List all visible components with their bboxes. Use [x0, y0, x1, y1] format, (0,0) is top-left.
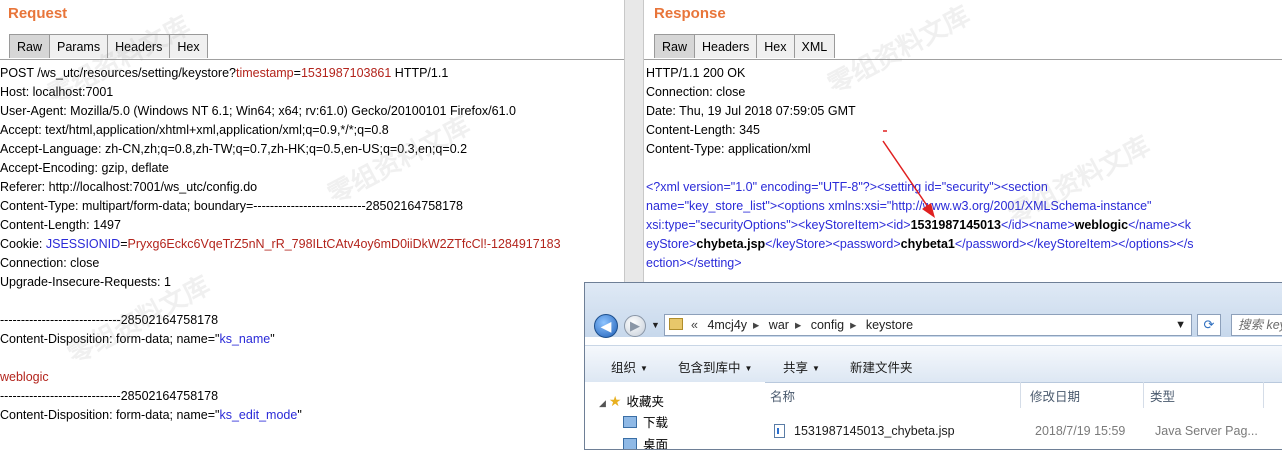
- jsp-file-icon: [774, 424, 785, 438]
- breadcrumb-item[interactable]: war: [769, 318, 789, 332]
- breadcrumb-item[interactable]: config: [811, 318, 844, 332]
- breadcrumb: « 4mcj4y ▸ war ▸ config ▸ keystore: [691, 318, 914, 332]
- forward-arrow-icon[interactable]: ▶: [624, 315, 646, 337]
- history-dropdown-icon[interactable]: ▼: [651, 320, 660, 330]
- back-arrow-icon[interactable]: ◀: [594, 314, 618, 338]
- nav-item-desktop[interactable]: 桌面: [623, 435, 668, 449]
- command-bar: 组织 ▼ 包含到库中 ▼ 共享 ▼ 新建文件夹: [585, 345, 1282, 383]
- share-button[interactable]: 共享 ▼: [783, 357, 820, 376]
- refresh-icon[interactable]: ⟳: [1197, 314, 1221, 336]
- nav-item-favorites[interactable]: ◢ ★ 收藏夹: [599, 391, 664, 411]
- column-name[interactable]: 名称: [770, 386, 795, 408]
- explorer-address-bar: ◀ ▶ ▼ « 4mcj4y ▸ war ▸ config ▸ keystore ▼ …: [585, 283, 1282, 338]
- file-name: 1531987145013_chybeta.jsp: [794, 424, 955, 438]
- address-field[interactable]: « 4mcj4y ▸ war ▸ config ▸ keystore ▼: [664, 314, 1192, 336]
- new-folder-button[interactable]: 新建文件夹: [850, 357, 913, 376]
- downloads-folder-icon: [623, 416, 637, 428]
- include-in-library-button[interactable]: 包含到库中 ▼: [678, 357, 752, 376]
- file-date: 2018/7/19 15:59: [1035, 424, 1126, 438]
- search-input[interactable]: 搜索 keystore: [1231, 314, 1282, 336]
- explorer-window: ◀ ▶ ▼ « 4mcj4y ▸ war ▸ config ▸ keystore ▼ …: [584, 282, 1282, 450]
- address-dropdown-icon[interactable]: ▼: [1175, 315, 1186, 335]
- file-list: 名称 修改日期 类型 1531987145013_chybeta.jsp 201…: [765, 382, 1282, 449]
- file-row[interactable]: 1531987145013_chybeta.jsp 2018/7/19 15:5…: [770, 420, 1282, 442]
- breadcrumb-item[interactable]: keystore: [866, 318, 913, 332]
- column-date[interactable]: 修改日期: [1030, 386, 1080, 408]
- column-type[interactable]: 类型: [1150, 386, 1175, 408]
- navigation-pane: ◢ ★ 收藏夹 下载 桌面: [585, 382, 765, 449]
- star-icon: ★: [608, 393, 622, 409]
- folder-icon: [669, 318, 683, 330]
- organize-button[interactable]: 组织 ▼: [611, 357, 648, 376]
- nav-item-downloads[interactable]: 下载: [623, 413, 668, 433]
- desktop-icon: [623, 438, 637, 449]
- file-type: Java Server Pag...: [1155, 424, 1258, 438]
- breadcrumb-item[interactable]: 4mcj4y: [707, 318, 747, 332]
